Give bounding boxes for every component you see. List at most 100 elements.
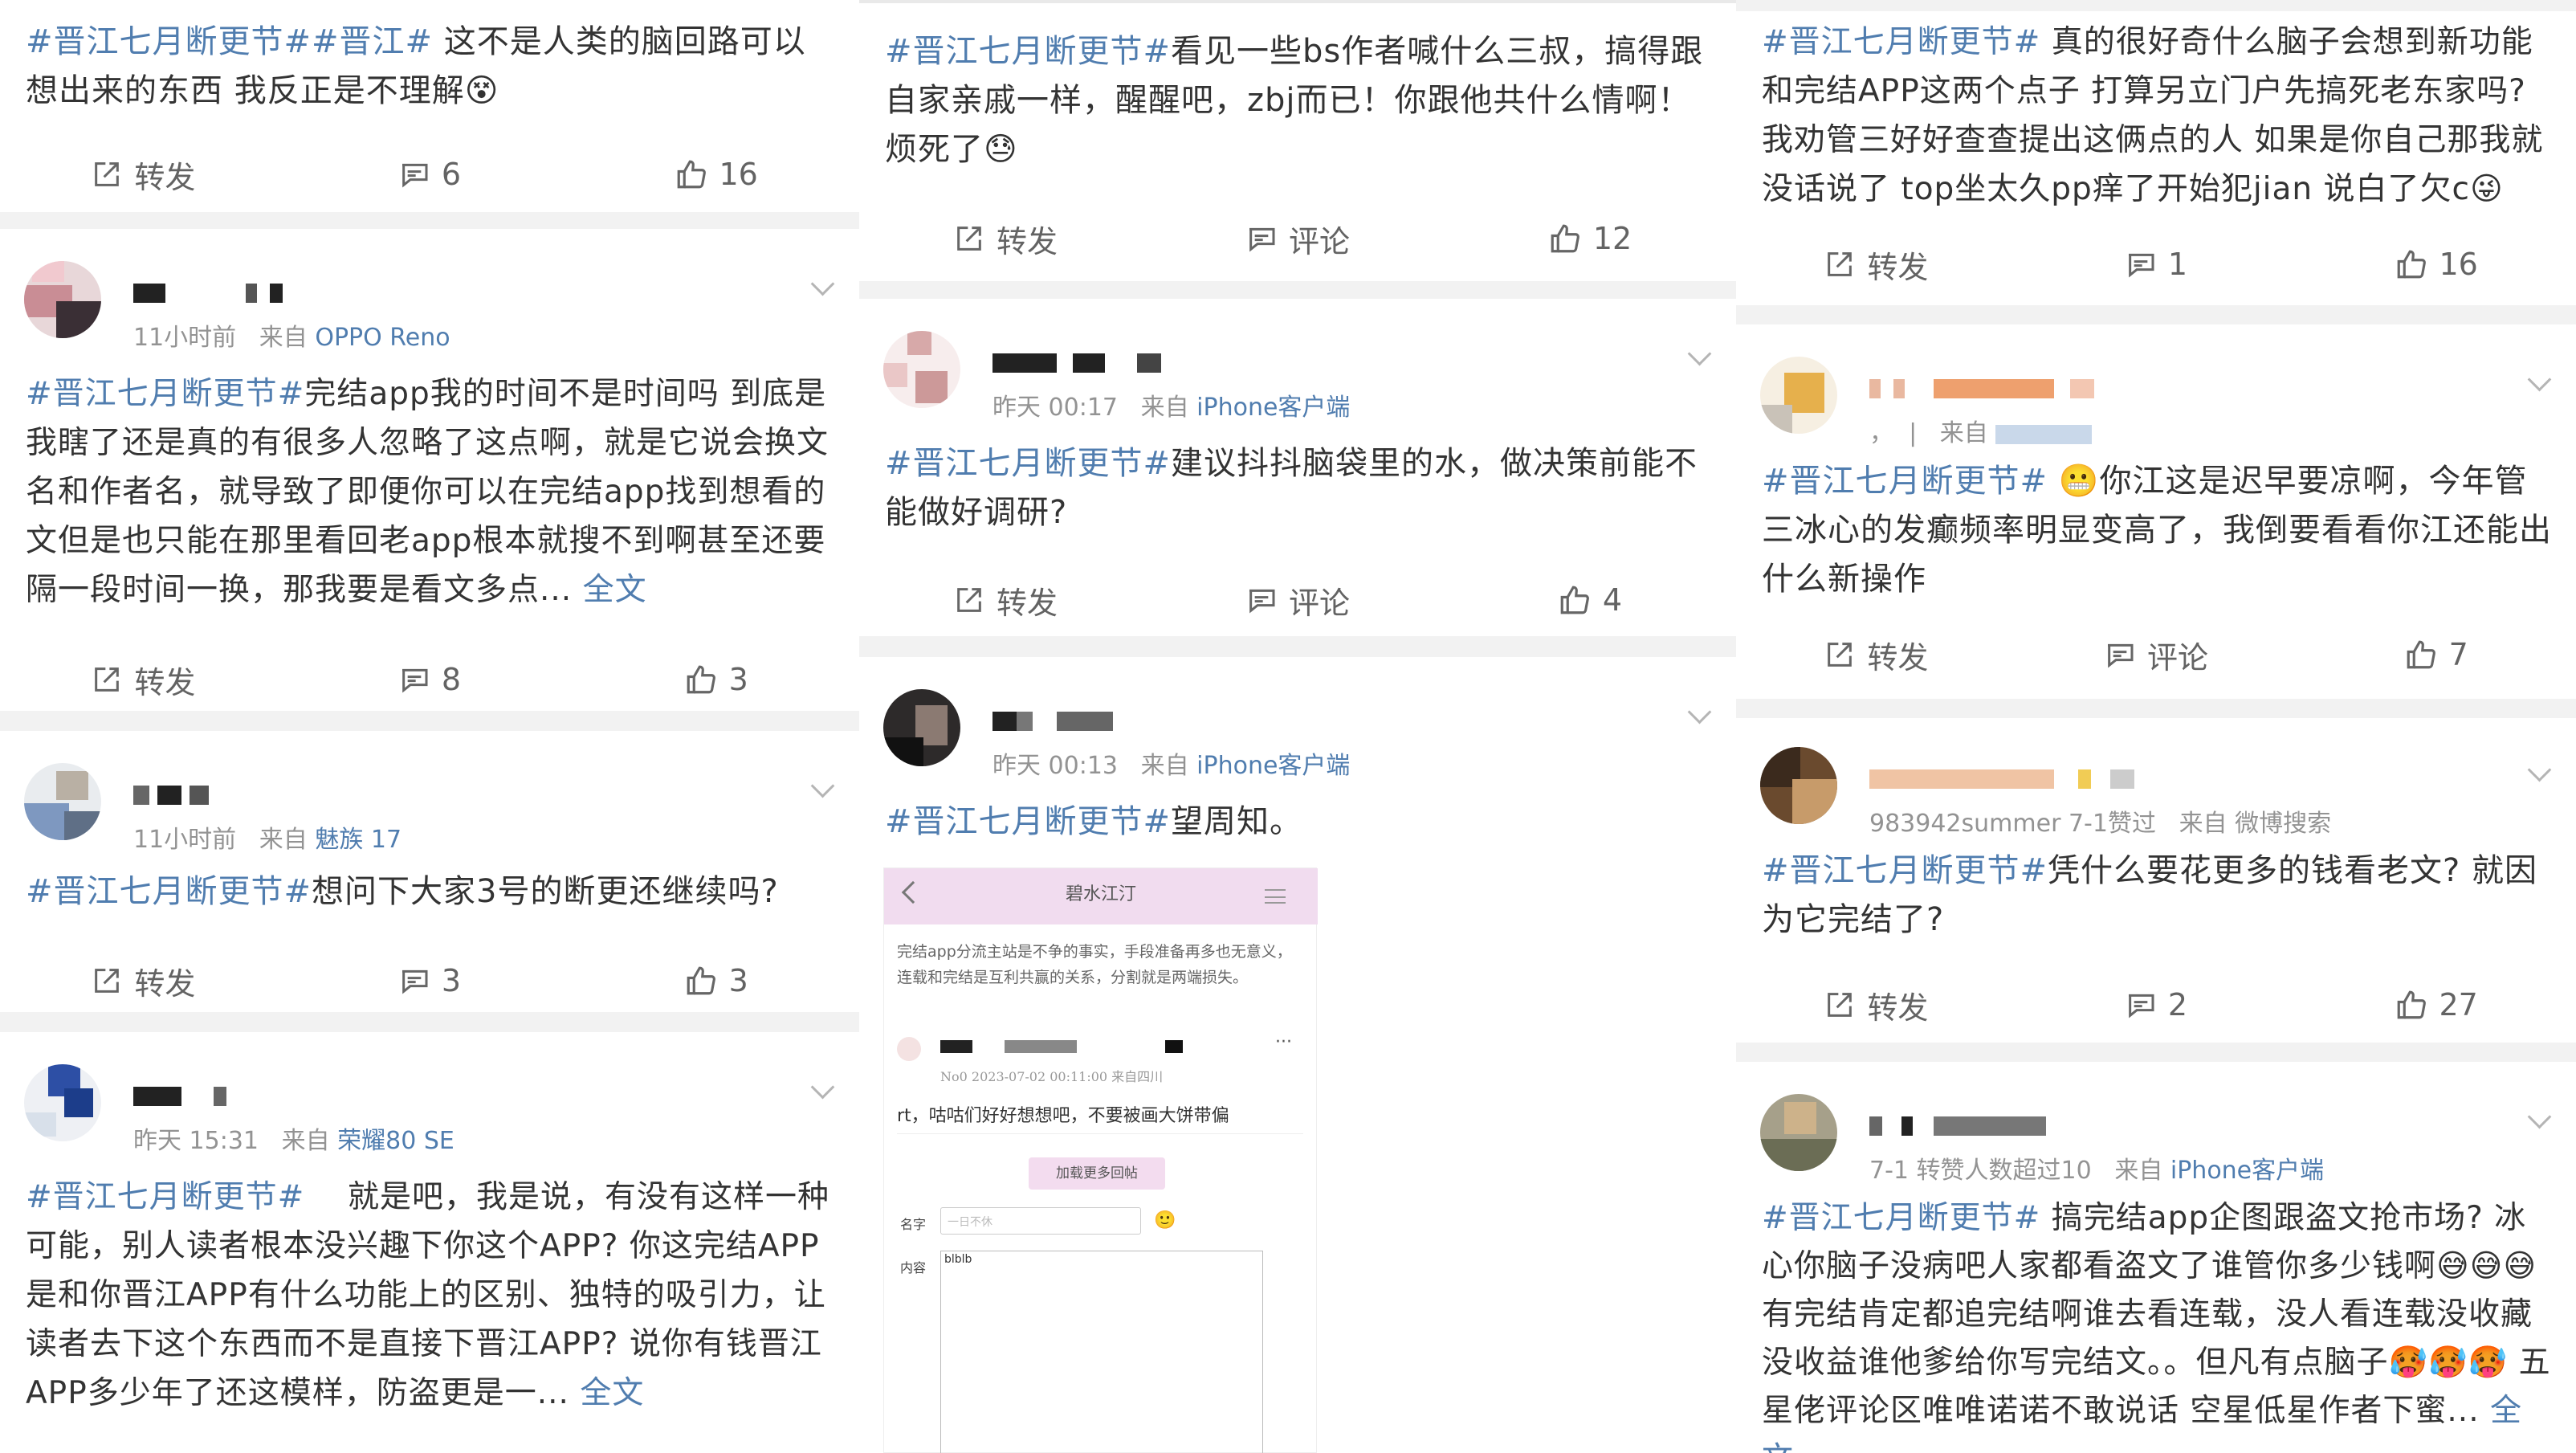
comment-button[interactable]: 评论	[2016, 633, 2297, 677]
thumbs-up-icon	[2407, 640, 2435, 669]
comment-button[interactable]: 8	[287, 662, 573, 697]
like-button[interactable]: 7	[2296, 637, 2576, 672]
post-card[interactable]: #晋江七月断更节#看见一些bs作者喊什么三叔，搞得跟自家亲戚一样，醒醒吧，zbj…	[859, 0, 1736, 281]
hashtag[interactable]: #晋江七月断更节#	[1762, 1200, 2040, 1236]
emoji-picker-icon[interactable]: 🙂	[1154, 1210, 1176, 1231]
chevron-down-icon[interactable]	[811, 1079, 835, 1103]
comment-icon	[2108, 643, 2134, 668]
like-button[interactable]: 27	[2296, 987, 2576, 1022]
repost-button[interactable]: 转发	[1736, 633, 2016, 677]
like-button[interactable]: 16	[2296, 247, 2576, 282]
repost-button[interactable]: 转发	[1736, 983, 2016, 1027]
attached-screenshot[interactable]: 碧水江汀 完结app分流主站是不争的事实，手段准备再多也无意义，连载和完结是互利…	[883, 867, 1318, 1453]
hashtag[interactable]: #晋江七月断更节#	[1762, 463, 2048, 500]
embedded-avatar	[897, 1037, 921, 1061]
chevron-down-icon[interactable]	[2528, 1108, 2552, 1133]
content-textarea[interactable]: blblb	[940, 1251, 1263, 1453]
username-blurred[interactable]	[1869, 374, 2142, 402]
username-blurred[interactable]	[133, 279, 406, 306]
comment-button[interactable]: 6	[287, 157, 573, 192]
avatar[interactable]	[1760, 1094, 1837, 1171]
full-text-link[interactable]: 全文	[580, 1375, 644, 1411]
avatar[interactable]	[24, 1064, 101, 1141]
comment-button[interactable]: 评论	[1151, 578, 1444, 622]
post-text: #晋江七月断更节#望周知。	[885, 803, 1303, 840]
hashtag[interactable]: #晋江七月断更节#	[885, 33, 1171, 70]
post-card[interactable]: 7-1 转赞人数超过10 来自 iPhone客户端 #晋江七月断更节# 搞完结a…	[1736, 1062, 2576, 1453]
comment-button[interactable]: 1	[2016, 247, 2297, 282]
repost-icon	[1828, 252, 1853, 276]
hashtag[interactable]: #晋江七月断更节#	[885, 445, 1171, 482]
username-blurred[interactable]	[133, 1082, 406, 1109]
post-card[interactable]: #晋江七月断更节# 真的很好奇什么脑子会想到新功能和完结APP这两个点子 打算另…	[1736, 0, 2576, 305]
menu-icon[interactable]	[1265, 889, 1286, 904]
avatar[interactable]	[24, 261, 101, 338]
repost-button[interactable]: 转发	[859, 217, 1151, 261]
repost-button[interactable]: 转发	[0, 959, 287, 1003]
post-card[interactable]: 11小时前 来自 魅族 17 #晋江七月断更节#想问下大家3号的断更还继续吗? …	[0, 731, 859, 1012]
post-card[interactable]: 11小时前 来自 OPPO Reno #晋江七月断更节#完结app我的时间不是时…	[0, 229, 859, 711]
like-button[interactable]: 3	[573, 963, 859, 998]
hashtag[interactable]: #晋江七月断更节#	[26, 376, 304, 412]
chevron-down-icon[interactable]	[2528, 371, 2552, 395]
comment-icon	[1249, 227, 1275, 252]
comment-button[interactable]: 3	[287, 963, 573, 998]
chevron-down-icon[interactable]	[2528, 761, 2552, 786]
username-blurred[interactable]	[992, 349, 1266, 376]
chevron-down-icon[interactable]	[1688, 704, 1712, 728]
post-card[interactable]: 昨天 00:17 来自 iPhone客户端 #晋江七月断更节#建议抖抖脑袋里的水…	[859, 299, 1736, 636]
hashtag[interactable]: #晋江七月断更节##晋江#	[26, 23, 433, 60]
embedded-nav-bar: 碧水江汀	[884, 868, 1318, 924]
post-source: iPhone客户端	[1196, 752, 1351, 780]
post-source: iPhone客户端	[1196, 394, 1351, 422]
chevron-down-icon[interactable]	[811, 275, 835, 300]
repost-button[interactable]: 转发	[1736, 243, 2016, 287]
embedded-post-text: rt，咕咕们好好想想吧，不要被画大饼带偏	[897, 1106, 1229, 1126]
chevron-down-icon[interactable]	[811, 778, 835, 802]
hashtag[interactable]: #晋江七月断更节#	[1762, 24, 2040, 60]
repost-button[interactable]: 转发	[0, 153, 287, 197]
comment-button[interactable]: 评论	[1151, 217, 1444, 261]
post-card[interactable]: ， | 来自 #晋江七月断更节# 😬你江这是迟早要凉啊，今年管三冰心的发癫频率明…	[1736, 324, 2576, 699]
avatar[interactable]	[1760, 357, 1837, 434]
more-dots-icon[interactable]: ···	[1275, 1032, 1292, 1052]
feed-column-1: #晋江七月断更节##晋江# 这不是人类的脑回路可以想出来的东西 我反正是不理解😵…	[0, 0, 859, 1453]
avatar[interactable]	[24, 763, 101, 840]
name-input[interactable]: 一日不休	[940, 1207, 1141, 1235]
post-source-blurred	[1995, 424, 2093, 444]
repost-button[interactable]: 转发	[859, 578, 1151, 622]
like-button[interactable]: 12	[1444, 221, 1736, 256]
like-button[interactable]: 4	[1444, 582, 1736, 618]
avatar[interactable]	[1760, 747, 1837, 824]
thumbs-up-icon	[677, 160, 706, 189]
repost-button[interactable]: 转发	[0, 658, 287, 702]
post-card[interactable]: #晋江七月断更节##晋江# 这不是人类的脑回路可以想出来的东西 我反正是不理解😵…	[0, 0, 859, 212]
post-text: #晋江七月断更节# 搞完结app企图跟盗文抢市场? 冰心你脑子没病吧人家都看盗文…	[1762, 1194, 2552, 1453]
username-blurred[interactable]	[1869, 1112, 2142, 1139]
action-bar: 转发 1 16	[1736, 236, 2576, 292]
comment-button[interactable]: 2	[2016, 987, 2297, 1022]
hashtag[interactable]: #晋江七月断更节#	[1762, 852, 2048, 889]
username-blurred[interactable]	[992, 707, 1266, 734]
hashtag[interactable]: #晋江七月断更节#	[885, 803, 1171, 840]
feed-column-2: #晋江七月断更节#看见一些bs作者喊什么三叔，搞得跟自家亲戚一样，醒醒吧，zbj…	[859, 0, 1736, 1453]
post-card[interactable]: 昨天 15:31 来自 荣耀80 SE #晋江七月断更节# 就是吧，我是说，有没…	[0, 1032, 859, 1453]
full-text-link[interactable]: 全文	[583, 572, 647, 608]
avatar[interactable]	[883, 689, 960, 766]
divider	[859, 0, 1736, 3]
chevron-down-icon[interactable]	[1688, 345, 1712, 369]
like-button[interactable]: 16	[573, 157, 859, 192]
post-meta: 昨天 00:17 来自 iPhone客户端	[992, 394, 1351, 422]
hashtag[interactable]: #晋江七月断更节#	[26, 873, 312, 910]
username-blurred[interactable]	[1869, 765, 2142, 792]
like-button[interactable]: 3	[573, 662, 859, 697]
post-card[interactable]: 983942summer 7-1赞过 来自 微博搜索 #晋江七月断更节#凭什么要…	[1736, 718, 2576, 1043]
comment-icon	[401, 163, 428, 188]
avatar[interactable]	[883, 331, 960, 408]
feed-column-3: #晋江七月断更节# 真的很好奇什么脑子会想到新功能和完结APP这两个点子 打算另…	[1736, 0, 2576, 1453]
load-more-replies-button[interactable]: 加载更多回帖	[1029, 1157, 1165, 1190]
hashtag[interactable]: #晋江七月断更节#	[26, 1179, 304, 1215]
content-label: 内容	[900, 1260, 927, 1275]
post-card[interactable]: 昨天 00:13 来自 iPhone客户端 #晋江七月断更节#望周知。 碧水江汀…	[859, 657, 1736, 1453]
username-blurred[interactable]	[133, 781, 406, 808]
